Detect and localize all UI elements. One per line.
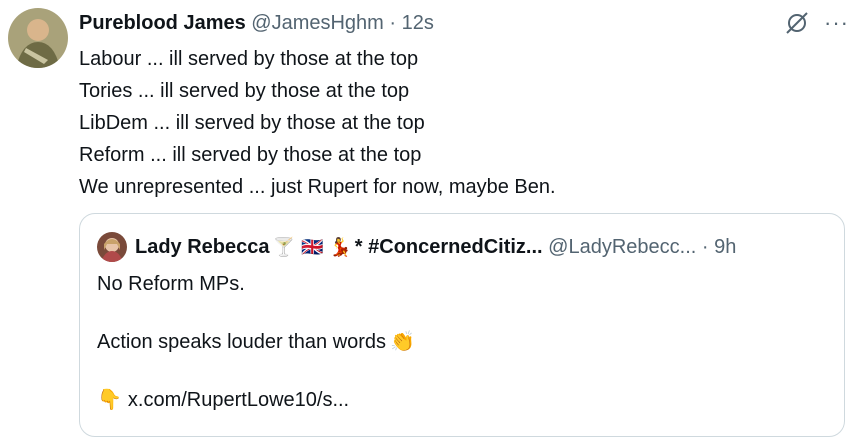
avatar[interactable] [8, 8, 68, 68]
quoted-avatar[interactable] [97, 232, 127, 262]
quoted-line: Action speaks louder than words [97, 331, 387, 353]
tweet-line: Reform ... ill served by those at the to… [79, 144, 422, 166]
pointing-down-emoji: 👇 [97, 389, 122, 411]
timestamp[interactable]: 12s [402, 12, 434, 34]
quoted-name-suffix[interactable]: * #ConcernedCitiz... [355, 234, 543, 260]
dancer-emoji: 💃 [329, 237, 352, 257]
tweet-actions: ··· [784, 10, 849, 36]
quoted-author-handle[interactable]: @LadyRebecc... [548, 234, 696, 260]
quoted-timestamp[interactable]: 9h [714, 234, 736, 260]
clapping-hands-emoji: 👏 [390, 331, 415, 353]
tweet-text: Labour ... ill served by those at the to… [79, 43, 556, 203]
quoted-line: No Reform MPs. [97, 273, 245, 295]
tweet-line: Tories ... ill served by those at the to… [79, 80, 410, 102]
quoted-tweet-text: No Reform MPs. Action speaks louder than… [97, 271, 415, 413]
separator-dot: · [389, 12, 397, 34]
more-icon[interactable]: ··· [824, 12, 849, 34]
author-handle[interactable]: @JamesHghm [251, 12, 384, 34]
cocktail-emoji: 🍸 [272, 237, 295, 257]
tweet-header: Pureblood James @JamesHghm · 12s [79, 10, 434, 36]
quoted-author-name[interactable]: Lady Rebecca [135, 234, 270, 260]
author-name[interactable]: Pureblood James [79, 12, 246, 34]
quoted-tweet[interactable]: Lady Rebecca 🍸 🇬🇧 💃 * #ConcernedCitiz...… [79, 213, 845, 437]
quoted-tweet-header: Lady Rebecca 🍸 🇬🇧 💃 * #ConcernedCitiz...… [97, 232, 736, 262]
quoted-link[interactable]: x.com/RupertLowe10/s... [128, 389, 349, 411]
tweet-line: LibDem ... ill served by those at the to… [79, 112, 425, 134]
uk-flag-emoji: 🇬🇧 [300, 237, 324, 257]
tweet-line: Labour ... ill served by those at the to… [79, 48, 419, 70]
tweet-line: We unrepresented ... just Rupert for now… [79, 176, 556, 198]
grok-icon[interactable] [784, 10, 810, 36]
separator-dot: · [701, 236, 709, 258]
